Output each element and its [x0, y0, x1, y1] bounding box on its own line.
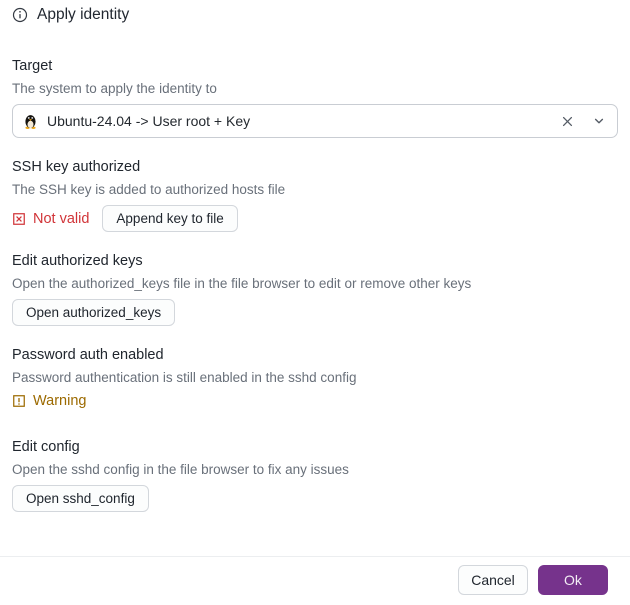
cancel-button[interactable]: Cancel	[458, 565, 528, 595]
section-edit-config: Edit config Open the sshd config in the …	[12, 439, 618, 512]
ssh-key-authorized-heading: SSH key authorized	[12, 159, 618, 176]
section-password-auth: Password auth enabled Password authentic…	[12, 347, 618, 409]
edit-authorized-keys-description: Open the authorized_keys file in the fil…	[12, 275, 618, 292]
ssh-key-authorized-description: The SSH key is added to authorized hosts…	[12, 181, 618, 198]
chevron-down-icon	[593, 115, 605, 127]
append-key-to-file-button[interactable]: Append key to file	[102, 205, 237, 232]
warning-label: Warning	[33, 393, 86, 409]
section-target: Target The system to apply the identity …	[12, 58, 618, 138]
linux-tux-icon	[23, 113, 38, 130]
edit-authorized-keys-row: Open authorized_keys	[12, 299, 618, 326]
edit-config-row: Open sshd_config	[12, 485, 618, 512]
info-circle-icon	[12, 7, 28, 23]
clear-icon[interactable]	[559, 113, 576, 130]
edit-authorized-keys-heading: Edit authorized keys	[12, 253, 618, 270]
edit-config-heading: Edit config	[12, 439, 618, 456]
target-combobox[interactable]: Ubuntu-24.04 -> User root + Key	[12, 104, 618, 138]
dialog-header: Apply identity	[12, 6, 618, 24]
edit-config-description: Open the sshd config in the file browser…	[12, 461, 618, 478]
ssh-key-status-row: Not valid Append key to file	[12, 205, 618, 232]
dialog-title: Apply identity	[37, 6, 129, 24]
section-ssh-key-authorized: SSH key authorized The SSH key is added …	[12, 159, 618, 232]
password-auth-status-row: Warning	[12, 393, 618, 409]
not-valid-label: Not valid	[33, 211, 89, 227]
password-auth-heading: Password auth enabled	[12, 347, 618, 364]
section-edit-authorized-keys: Edit authorized keys Open the authorized…	[12, 253, 618, 326]
target-combobox-value: Ubuntu-24.04 -> User root + Key	[47, 113, 250, 129]
ok-button[interactable]: Ok	[538, 565, 608, 595]
dialog-footer: Cancel Ok	[0, 556, 630, 605]
warning-status: Warning	[12, 393, 86, 409]
password-auth-description: Password authentication is still enabled…	[12, 369, 618, 386]
open-sshd-config-button[interactable]: Open sshd_config	[12, 485, 149, 512]
apply-identity-dialog: Apply identity Target The system to appl…	[0, 0, 630, 512]
open-authorized-keys-button[interactable]: Open authorized_keys	[12, 299, 175, 326]
square-x-icon	[12, 212, 26, 226]
square-exclamation-icon	[12, 394, 26, 408]
not-valid-status: Not valid	[12, 211, 89, 227]
target-heading: Target	[12, 58, 618, 75]
target-description: The system to apply the identity to	[12, 80, 618, 97]
